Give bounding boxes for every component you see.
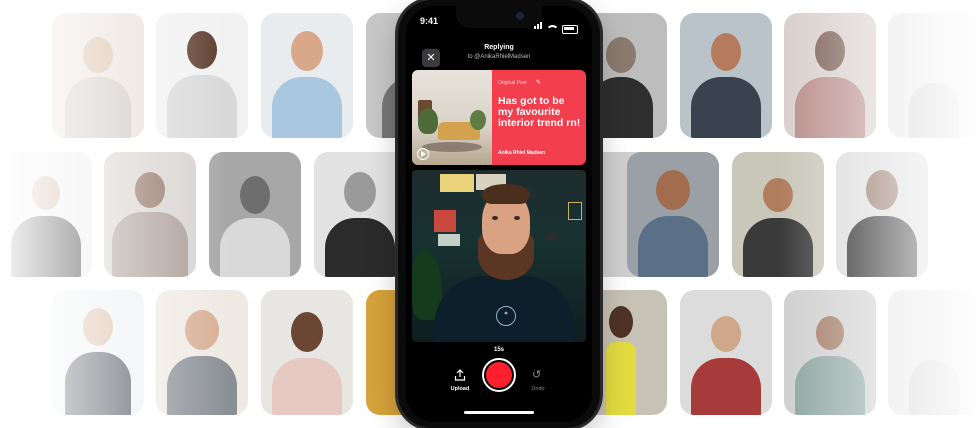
wifi-icon	[546, 25, 559, 34]
portrait-photo	[261, 290, 353, 415]
edit-icon: ✎	[536, 80, 542, 86]
shirt-logo: ◉	[496, 306, 516, 326]
upload-button[interactable]	[454, 368, 466, 381]
right-fade-overlay	[780, 0, 980, 428]
battery-icon	[562, 25, 578, 34]
camera-preview: ◉	[412, 170, 586, 342]
record-timer: 15s	[493, 347, 504, 353]
original-post-author: Anika Rhiel Madsen	[498, 150, 546, 156]
phone-notch	[456, 6, 542, 28]
upload-icon	[454, 369, 466, 381]
original-post-label: Original Post	[498, 80, 527, 86]
camera-icon	[516, 12, 524, 20]
portrait-photo	[261, 13, 353, 138]
portrait-photo	[680, 290, 772, 415]
undo-icon: ↺	[532, 369, 542, 381]
reply-subtitle: to @AnikaRhielMadsen	[467, 54, 531, 60]
undo-button[interactable]: ↺	[532, 368, 541, 381]
undo-label: Undo	[531, 386, 545, 392]
original-post-card[interactable]: Original Post ✎ Has got to be my favouri…	[412, 70, 586, 165]
phone-screen: 9:41 ✕ Replying to @AnikaRhielMadsen Ori…	[406, 6, 592, 422]
signal-icon	[534, 16, 543, 34]
play-icon[interactable]	[417, 148, 429, 160]
original-post-text: Has got to be my favourite interior tren…	[498, 95, 581, 129]
post-image	[412, 70, 492, 165]
portrait-photo	[627, 152, 719, 277]
record-button[interactable]	[482, 358, 516, 392]
status-icons	[534, 16, 578, 34]
upload-label: Upload	[450, 386, 470, 392]
home-indicator[interactable]	[464, 411, 534, 414]
portrait-photo	[314, 152, 406, 277]
reply-title: Replying	[484, 44, 514, 51]
portrait-photo	[680, 13, 772, 138]
status-time: 9:41	[420, 16, 439, 26]
phone-mockup: 9:41 ✕ Replying to @AnikaRhielMadsen Ori…	[398, 0, 600, 428]
left-fade-overlay	[0, 0, 230, 428]
